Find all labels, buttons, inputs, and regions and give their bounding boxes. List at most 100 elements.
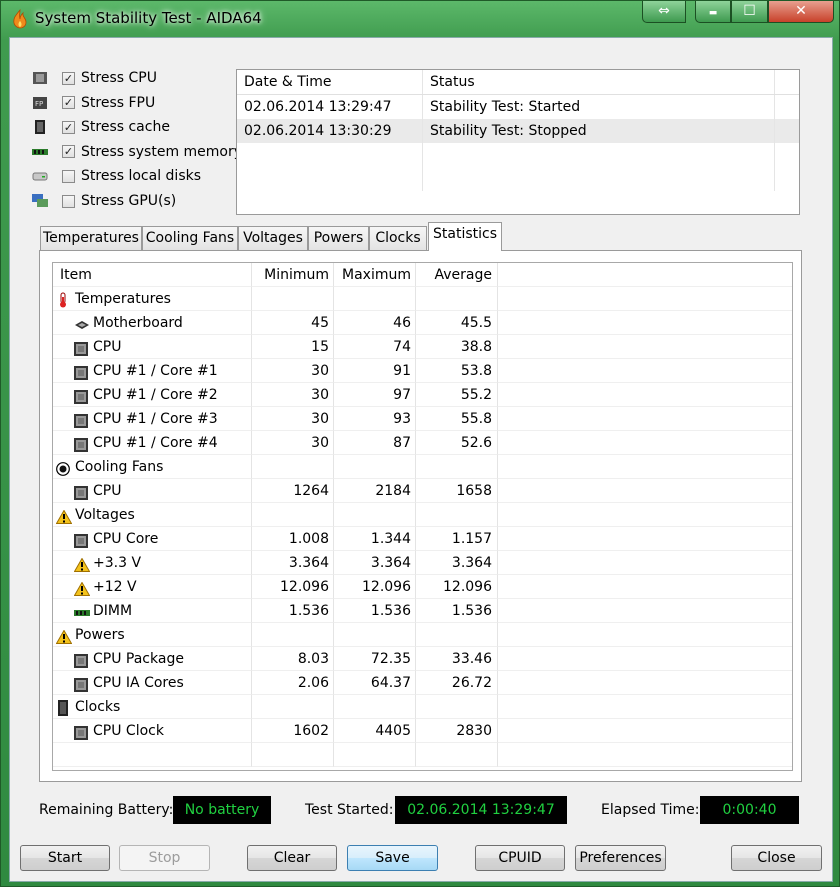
cache-icon: [32, 120, 48, 135]
tab-cooling-fans[interactable]: Cooling Fans: [142, 226, 238, 250]
stress-checkbox[interactable]: ✓: [62, 145, 75, 159]
stress-option-label[interactable]: Stress system memory: [81, 144, 242, 160]
maximum-cell: 3.364: [334, 551, 416, 575]
minimum-cell: 1.008: [252, 527, 334, 551]
filler-cell: [498, 719, 792, 743]
aida64-flame-icon: [13, 9, 27, 29]
maximum-cell: 91: [334, 359, 416, 383]
start-button[interactable]: Start: [20, 845, 110, 871]
table-row[interactable]: CPU #1 / Core #2 30 97 55.2: [53, 383, 792, 407]
stress-option-row[interactable]: ✓ Stress cache: [32, 116, 170, 138]
minimize-button[interactable]: ▬: [695, 1, 731, 23]
title-bar[interactable]: System Stability Test - AIDA64 ⇔ ▬ ☐ ✕: [1, 1, 839, 37]
close-window-button[interactable]: ✕: [768, 1, 834, 23]
close-icon: ✕: [795, 3, 807, 19]
swap-window-button[interactable]: ⇔: [642, 1, 686, 23]
stress-checkbox[interactable]: [62, 194, 75, 208]
maximum-cell: [334, 743, 416, 767]
stress-option-row[interactable]: ✓ Stress CPU: [32, 67, 157, 89]
stress-option-label[interactable]: Stress CPU: [81, 70, 157, 86]
stress-option-label[interactable]: Stress local disks: [81, 168, 201, 184]
header-average[interactable]: Average: [416, 263, 498, 287]
stress-option-row[interactable]: Stress local disks: [32, 165, 201, 187]
table-group-row[interactable]: Temperatures: [53, 287, 792, 311]
table-group-row[interactable]: Voltages: [53, 503, 792, 527]
log-header-status[interactable]: Status: [423, 70, 775, 94]
preferences-button[interactable]: Preferences: [575, 845, 666, 871]
tab-powers[interactable]: Powers: [308, 226, 369, 250]
table-group-row[interactable]: Powers: [53, 623, 792, 647]
table-row[interactable]: CPU Core 1.008 1.344 1.157: [53, 527, 792, 551]
statistics-table[interactable]: Item Minimum Maximum Average Temperature…: [52, 262, 793, 771]
stress-option-row[interactable]: ✓ Stress system memory: [32, 141, 242, 163]
log-row[interactable]: 02.06.2014 13:30:29 Stability Test: Stop…: [237, 119, 799, 143]
table-group-row[interactable]: Cooling Fans: [53, 455, 792, 479]
group-label: Clocks: [75, 699, 121, 715]
filler-cell: [498, 647, 792, 671]
tab-statistics[interactable]: Statistics: [428, 222, 502, 251]
table-row[interactable]: CPU 15 74 38.8: [53, 335, 792, 359]
table-row[interactable]: CPU Clock 1602 4405 2830: [53, 719, 792, 743]
table-row[interactable]: CPU IA Cores 2.06 64.37 26.72: [53, 671, 792, 695]
tab-clocks[interactable]: Clocks: [369, 226, 427, 250]
filler-cell: [498, 407, 792, 431]
chip-icon: [74, 724, 88, 740]
average-cell: 3.364: [416, 551, 498, 575]
thermometer-icon: [56, 292, 70, 308]
stop-button[interactable]: Stop: [119, 845, 210, 871]
item-label: +3.3 V: [93, 555, 142, 571]
table-header: Item Minimum Maximum Average: [53, 263, 792, 287]
maximum-cell: 72.35: [334, 647, 416, 671]
minimum-cell: [252, 623, 334, 647]
stress-option-label[interactable]: Stress cache: [81, 119, 170, 135]
chip-icon: [74, 436, 88, 452]
maximize-button[interactable]: ☐: [731, 1, 768, 23]
minimum-cell: 30: [252, 407, 334, 431]
stress-checkbox[interactable]: ✓: [62, 71, 75, 85]
header-maximum[interactable]: Maximum: [334, 263, 416, 287]
stress-option-label[interactable]: Stress GPU(s): [81, 193, 176, 209]
filler-cell: [498, 431, 792, 455]
maximum-cell: [334, 623, 416, 647]
average-cell: 38.8: [416, 335, 498, 359]
event-log[interactable]: Date & Time Status 02.06.2014 13:29:47 S…: [236, 69, 800, 215]
clear-button[interactable]: Clear: [247, 845, 337, 871]
table-row[interactable]: +12 V 12.096 12.096 12.096: [53, 575, 792, 599]
header-minimum[interactable]: Minimum: [252, 263, 334, 287]
table-row[interactable]: Motherboard 45 46 45.5: [53, 311, 792, 335]
table-row[interactable]: CPU Package 8.03 72.35 33.46: [53, 647, 792, 671]
log-datetime: 02.06.2014 13:29:47: [237, 95, 423, 119]
table-row[interactable]: +3.3 V 3.364 3.364 3.364: [53, 551, 792, 575]
log-header-datetime[interactable]: Date & Time: [237, 70, 423, 94]
stress-option-row[interactable]: FP ✓ Stress FPU: [32, 92, 155, 114]
close-button[interactable]: Close: [731, 845, 822, 871]
group-label: Temperatures: [75, 291, 171, 307]
minimum-cell: 1264: [252, 479, 334, 503]
header-item[interactable]: Item: [53, 263, 252, 287]
table-group-row[interactable]: Clocks: [53, 695, 792, 719]
stress-checkbox[interactable]: [62, 169, 75, 183]
test-started-label: Test Started:: [305, 802, 394, 818]
cpuid-button[interactable]: CPUID: [475, 845, 565, 871]
stress-checkbox[interactable]: ✓: [62, 96, 75, 110]
table-row[interactable]: DIMM 1.536 1.536 1.536: [53, 599, 792, 623]
table-row[interactable]: CPU #1 / Core #1 30 91 53.8: [53, 359, 792, 383]
elapsed-time-label: Elapsed Time:: [601, 802, 700, 818]
maximize-icon: ☐: [743, 3, 756, 19]
tab-temperatures[interactable]: Temperatures: [40, 226, 142, 250]
app-window: System Stability Test - AIDA64 ⇔ ▬ ☐ ✕ ✓…: [0, 0, 840, 887]
tab-voltages[interactable]: Voltages: [238, 226, 308, 250]
maximum-cell: 12.096: [334, 575, 416, 599]
stress-option-row[interactable]: Stress GPU(s): [32, 190, 176, 212]
stress-option-label[interactable]: Stress FPU: [81, 95, 155, 111]
item-label: CPU Package: [93, 651, 184, 667]
table-row[interactable]: CPU 1264 2184 1658: [53, 479, 792, 503]
table-row[interactable]: CPU #1 / Core #4 30 87 52.6: [53, 431, 792, 455]
maximum-cell: 4405: [334, 719, 416, 743]
average-cell: [416, 743, 498, 767]
save-button[interactable]: Save: [347, 845, 438, 871]
log-row[interactable]: 02.06.2014 13:29:47 Stability Test: Star…: [237, 95, 799, 119]
stress-checkbox[interactable]: ✓: [62, 120, 75, 134]
table-row[interactable]: CPU #1 / Core #3 30 93 55.8: [53, 407, 792, 431]
item-label: CPU: [93, 339, 122, 355]
